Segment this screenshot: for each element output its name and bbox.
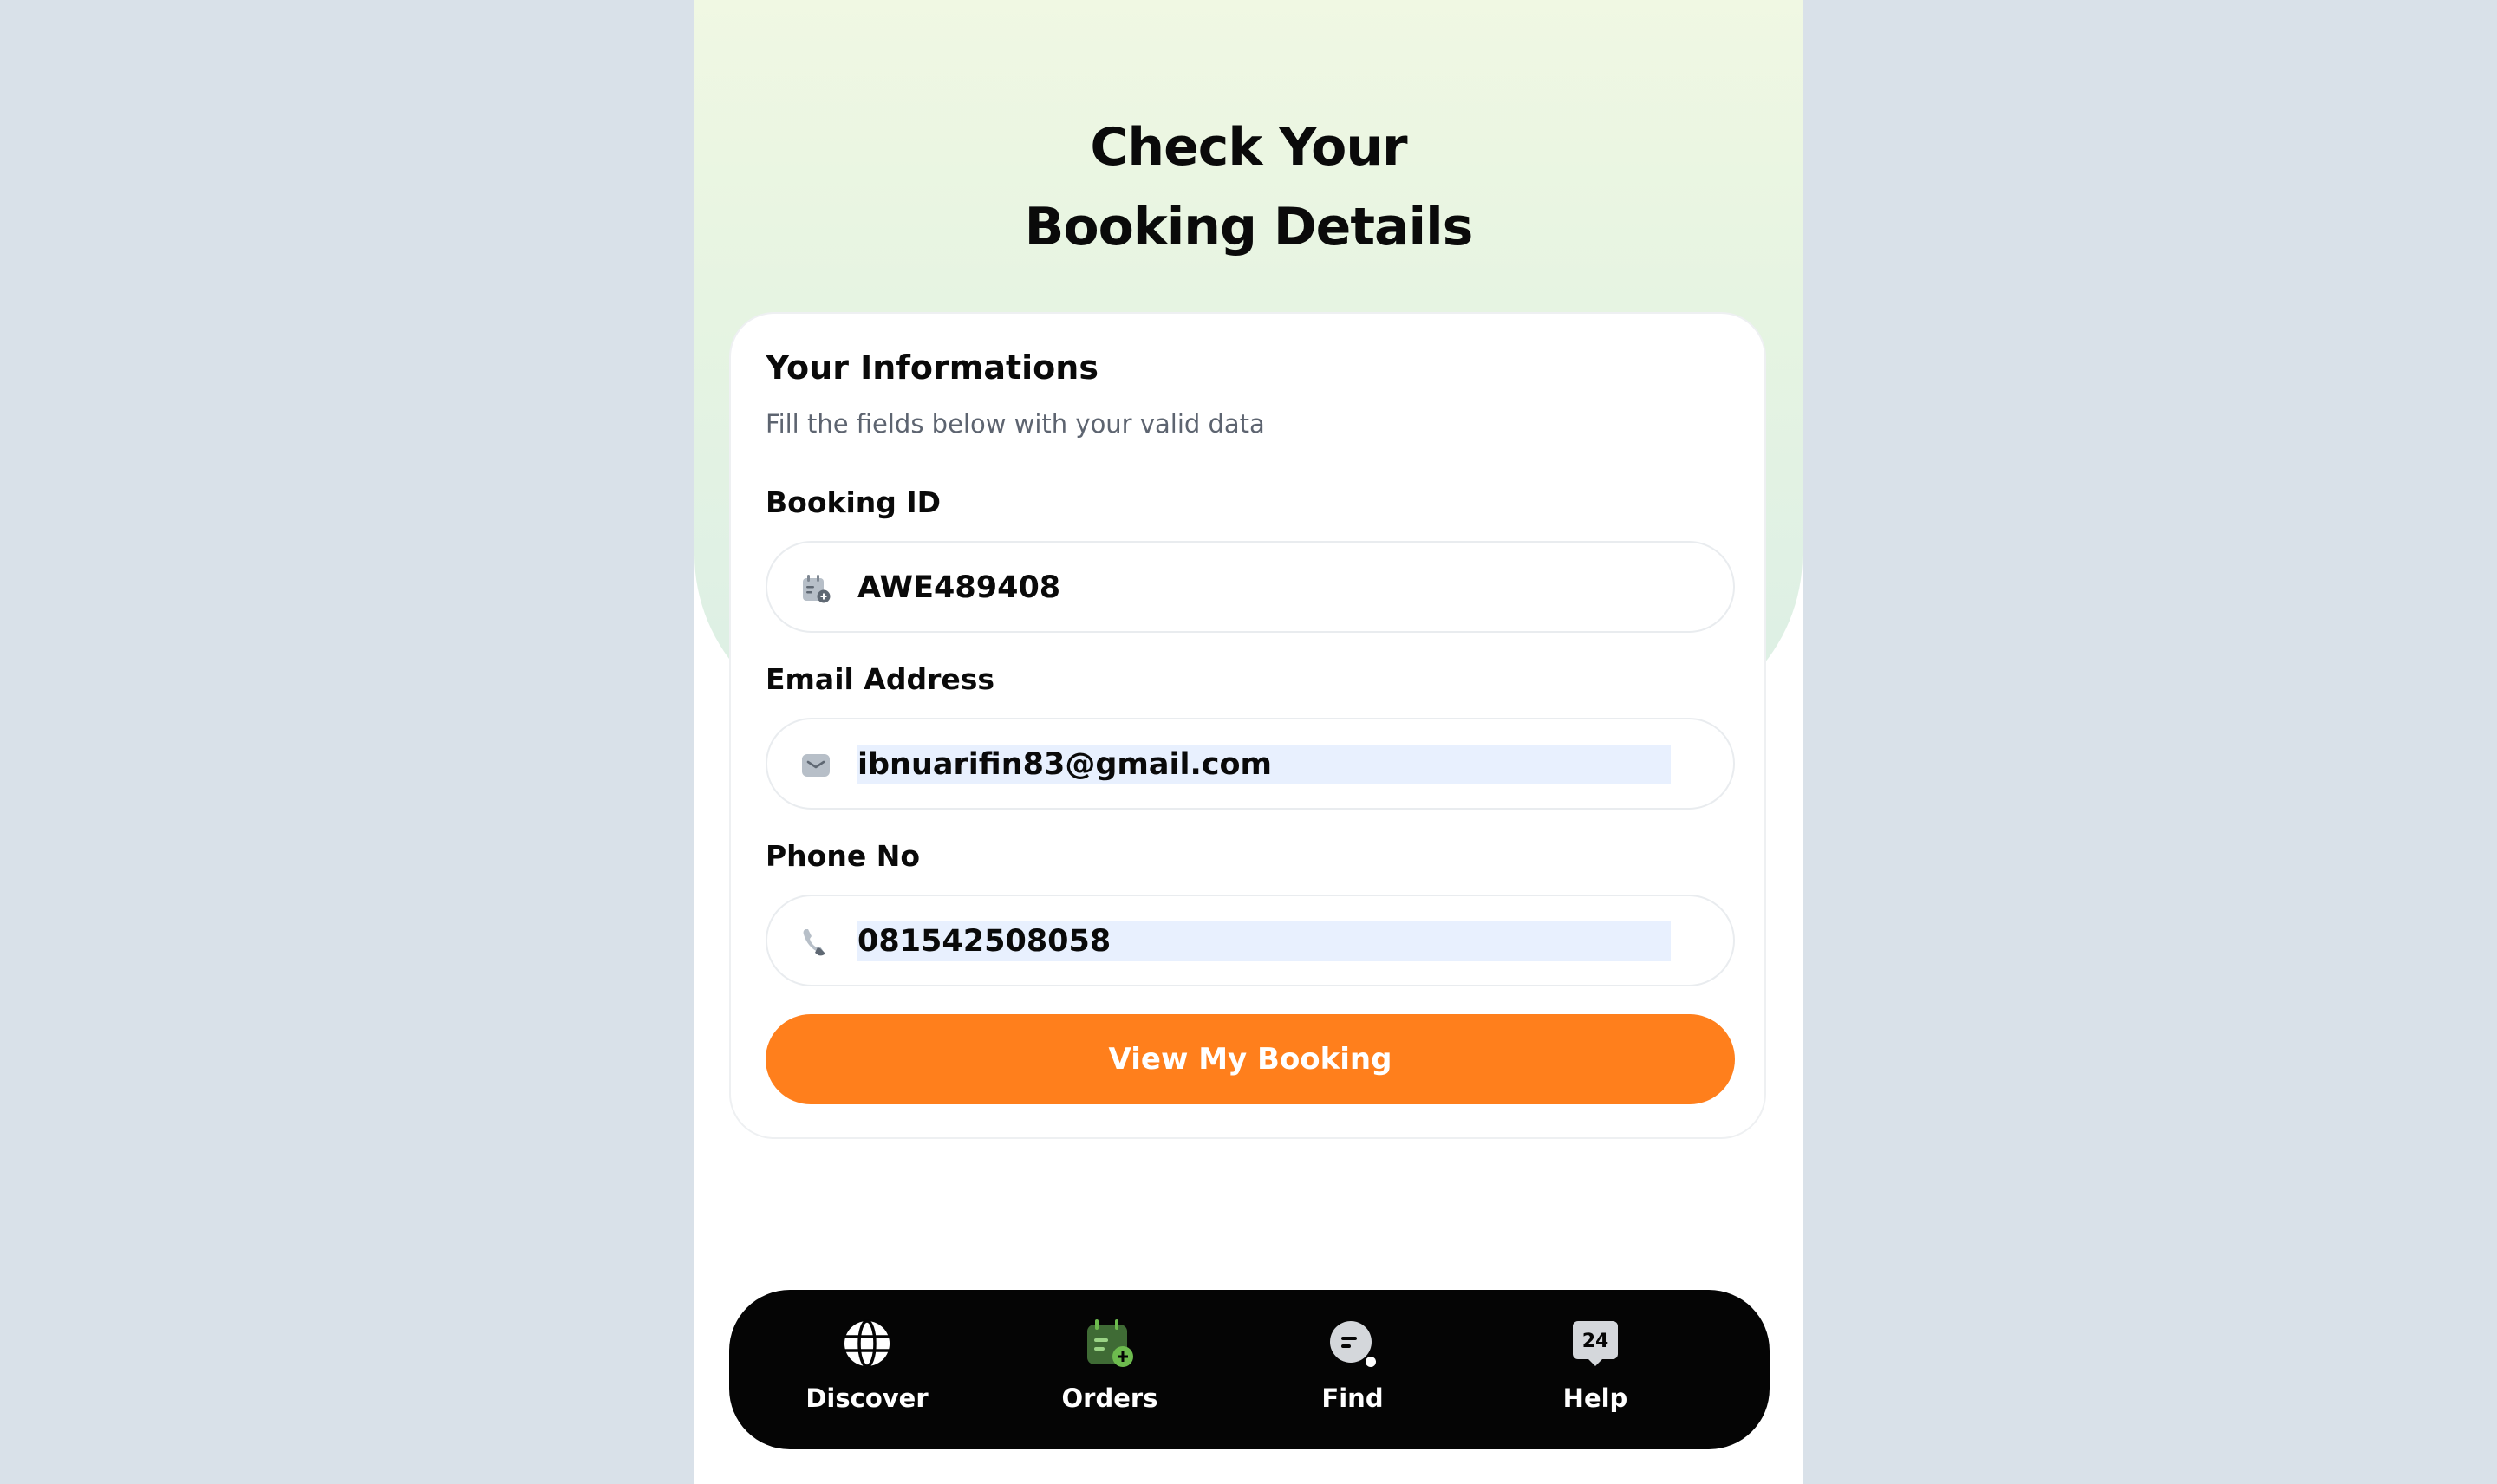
phone-label: Phone No <box>766 839 921 873</box>
nav-item-help[interactable]: 24 Help <box>1483 1290 1708 1449</box>
booking-id-label: Booking ID <box>766 485 942 519</box>
mail-icon <box>802 754 830 777</box>
email-label: Email Address <box>766 662 995 696</box>
email-value[interactable]: ibnuarifin83@gmail.com <box>857 745 1671 784</box>
nav-label-discover: Discover <box>805 1383 929 1413</box>
bottom-navigation: Discover Orders Find 24 Help <box>729 1290 1770 1449</box>
view-my-booking-button[interactable]: View My Booking <box>766 1014 1735 1104</box>
nav-item-orders[interactable]: Orders <box>997 1290 1222 1449</box>
booking-id-field[interactable]: AWE489408 <box>766 541 1735 633</box>
form-heading: Your Informations <box>766 348 1099 387</box>
nav-label-find: Find <box>1321 1383 1384 1413</box>
calendar-icon <box>1087 1319 1133 1367</box>
nav-label-help: Help <box>1562 1383 1628 1413</box>
page-title-line-1: Check Your <box>1090 117 1407 178</box>
phone-value[interactable]: 081542508058 <box>857 921 1671 961</box>
nav-label-orders: Orders <box>1061 1383 1158 1413</box>
calendar-icon <box>803 575 831 603</box>
email-field[interactable]: ibnuarifin83@gmail.com <box>766 718 1735 810</box>
search-chat-icon <box>1330 1321 1376 1367</box>
nav-item-discover[interactable]: Discover <box>754 1290 980 1449</box>
form-subheading: Fill the fields below with your valid da… <box>766 409 1265 439</box>
support-24-icon: 24 <box>1573 1321 1618 1366</box>
phone-field[interactable]: 081542508058 <box>766 895 1735 986</box>
booking-form-card: Your Informations Fill the fields below … <box>729 312 1766 1139</box>
phone-icon <box>803 929 825 956</box>
booking-id-value[interactable]: AWE489408 <box>857 568 1069 608</box>
app-screen: Check Your Booking Details Your Informat… <box>694 0 1803 1484</box>
nav-item-find[interactable]: Find <box>1240 1290 1465 1449</box>
page-title: Check Your Booking Details <box>694 107 1803 267</box>
page-title-line-2: Booking Details <box>1024 197 1474 257</box>
help-badge-text: 24 <box>1582 1331 1609 1352</box>
globe-icon <box>844 1319 890 1368</box>
